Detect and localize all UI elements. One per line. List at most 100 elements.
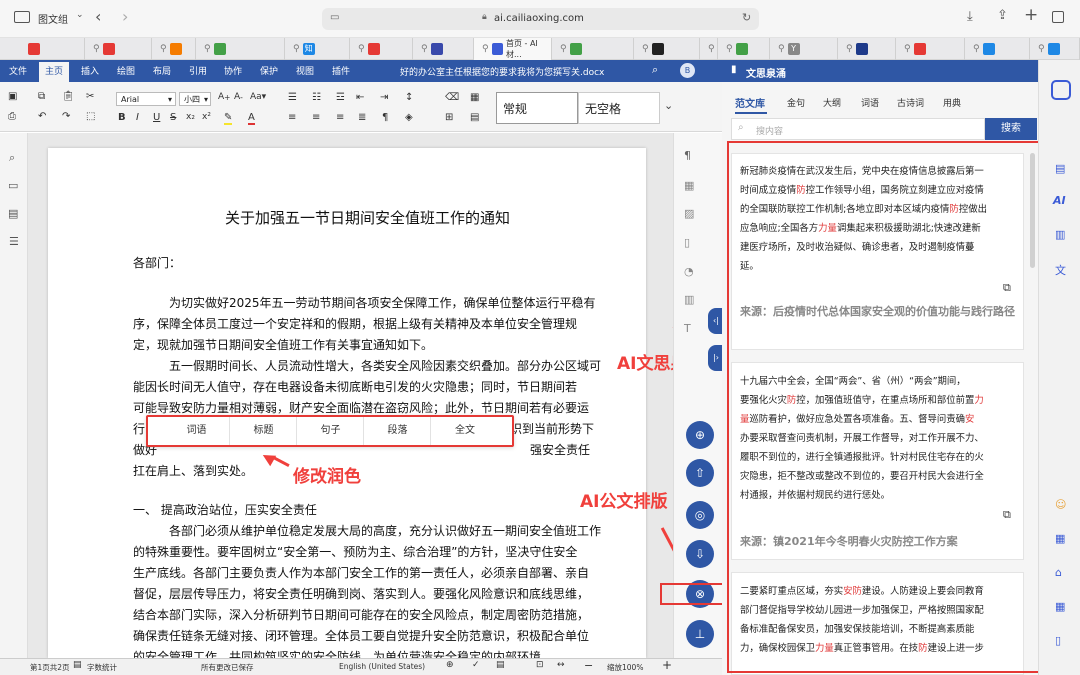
textart-icon[interactable]: T bbox=[684, 322, 691, 335]
panel-tab[interactable]: 金句 bbox=[787, 96, 805, 109]
address-bar[interactable]: ▭ 🔒︎ ai.cailiaoxing.com ↻ bbox=[322, 8, 759, 30]
download-button[interactable]: ⇩ bbox=[686, 540, 714, 568]
menu-item[interactable]: 主页 bbox=[39, 62, 70, 82]
comment-icon[interactable]: ▭ bbox=[8, 179, 18, 192]
style-no-spacing[interactable]: 无空格 bbox=[578, 92, 660, 124]
browser-tab[interactable]: ⚲ bbox=[634, 38, 700, 60]
redo-icon[interactable]: ↷ bbox=[62, 111, 70, 122]
save-icon[interactable]: ▣ bbox=[8, 91, 17, 102]
translate-icon[interactable]: 文 bbox=[1055, 262, 1066, 278]
search-icon[interactable]: ⌕ bbox=[9, 151, 15, 165]
new-tab-icon[interactable]: + bbox=[1024, 5, 1038, 25]
browser-tab[interactable]: ⚲ bbox=[965, 38, 1030, 60]
language-label[interactable]: English (United States) bbox=[339, 662, 425, 671]
header-footer-icon[interactable]: ▯ bbox=[684, 236, 690, 249]
browser-tab[interactable]: ⚲ 知 bbox=[285, 38, 350, 60]
fit-page-icon[interactable]: ⊡ bbox=[536, 660, 544, 670]
chart-tool-icon[interactable]: ▦ bbox=[1055, 532, 1065, 545]
menu-item[interactable]: 文件 bbox=[9, 64, 27, 77]
wordcount-label[interactable]: 字数统计 bbox=[87, 662, 117, 673]
menu-item[interactable]: 引用 bbox=[189, 64, 207, 77]
format-painter-icon[interactable]: ⊞ bbox=[445, 112, 453, 123]
insert-icon[interactable]: ▤ bbox=[470, 112, 479, 123]
style-normal[interactable]: 常规 bbox=[496, 92, 578, 124]
bold-icon[interactable]: B bbox=[118, 112, 126, 123]
strikethrough-icon[interactable]: S bbox=[170, 112, 176, 123]
menu-item[interactable]: 绘图 bbox=[117, 64, 135, 77]
reload-icon[interactable]: ↻ bbox=[742, 11, 751, 24]
polish-option-button[interactable]: 标题 bbox=[231, 417, 297, 445]
mascot-icon[interactable]: ☺ bbox=[1055, 498, 1066, 511]
zoom-in-icon[interactable]: + bbox=[662, 658, 672, 672]
note-icon[interactable]: ▥ bbox=[1055, 228, 1065, 241]
wordcount-icon[interactable]: ▤ bbox=[73, 660, 82, 670]
headings-icon[interactable]: ☰ bbox=[9, 235, 19, 248]
subscript-icon[interactable]: x₂ bbox=[186, 112, 195, 122]
track-changes-icon[interactable]: ▤ bbox=[496, 660, 505, 670]
chart-icon[interactable]: ▥ bbox=[684, 293, 694, 306]
new-document-button[interactable]: ⊕ bbox=[686, 421, 714, 449]
menu-item[interactable]: 插件 bbox=[332, 64, 350, 77]
decrease-indent-icon[interactable]: ⇤ bbox=[356, 92, 364, 103]
borders-icon[interactable]: ▦ bbox=[470, 92, 479, 103]
zoom-level[interactable]: 缩放100% bbox=[607, 662, 643, 673]
tab-group-label[interactable]: 图文组 bbox=[38, 11, 68, 26]
browser-tab[interactable]: ⚲ bbox=[350, 38, 413, 60]
forward-icon[interactable]: › bbox=[122, 7, 128, 26]
browser-tab[interactable]: ⚲ bbox=[1030, 38, 1080, 60]
browser-tab[interactable]: ⚲ bbox=[700, 38, 718, 60]
browser-tab[interactable]: ⚲ bbox=[896, 38, 965, 60]
line-spacing-icon[interactable]: ↕ bbox=[405, 92, 413, 103]
font-color-icon[interactable]: A bbox=[248, 112, 255, 125]
fit-width-icon[interactable]: ↔ bbox=[557, 660, 565, 670]
menu-item[interactable]: 布局 bbox=[153, 64, 171, 77]
select-icon[interactable]: ⬚ bbox=[86, 111, 95, 122]
phone-icon[interactable]: ▯ bbox=[1055, 634, 1061, 647]
image-icon[interactable]: ▨ bbox=[684, 207, 694, 220]
download-icon[interactable]: ⤓ bbox=[967, 9, 973, 24]
browser-tab[interactable]: ⚲ bbox=[718, 38, 770, 60]
font-name-select[interactable]: Arial ▾ bbox=[116, 92, 176, 106]
paragraph-marks-icon[interactable]: ¶ bbox=[684, 149, 691, 162]
browser-tab[interactable]: ⚲ Y bbox=[770, 38, 838, 60]
sidebar-toggle-icon[interactable] bbox=[14, 11, 30, 23]
polish-option-button[interactable]: 词语 bbox=[164, 417, 230, 445]
upload-button[interactable]: ⇧ bbox=[686, 459, 714, 487]
panel-tab[interactable]: 古诗词 bbox=[897, 96, 924, 109]
highlight-icon[interactable]: ✎ bbox=[224, 112, 233, 125]
increase-indent-icon[interactable]: ⇥ bbox=[380, 92, 388, 103]
align-left-icon[interactable]: ≡ bbox=[288, 112, 296, 123]
browser-tab[interactable]: ⚲ bbox=[152, 38, 196, 60]
search-box[interactable]: ⌕ 搜内容 bbox=[731, 118, 985, 140]
font-size-select[interactable]: 小四 ▾ bbox=[179, 92, 211, 106]
shading-icon[interactable]: ◈ bbox=[405, 112, 413, 123]
chat-icon[interactable]: ▤ bbox=[8, 207, 18, 220]
menu-item[interactable]: 视图 bbox=[296, 64, 314, 77]
site-info-icon[interactable]: ▭ bbox=[330, 12, 339, 23]
spellcheck-icon[interactable]: ✓ bbox=[472, 660, 480, 670]
cut-icon[interactable]: ✂ bbox=[86, 91, 94, 102]
home-icon[interactable]: ⌂ bbox=[1055, 566, 1062, 579]
menu-item[interactable]: 保护 bbox=[260, 64, 278, 77]
align-center-icon[interactable]: ≡ bbox=[312, 112, 320, 123]
browser-tab[interactable]: ⚲ bbox=[196, 38, 285, 60]
browser-tab[interactable]: ⚲ bbox=[413, 38, 474, 60]
menu-item[interactable]: 插入 bbox=[81, 64, 99, 77]
copy-icon[interactable]: ⧉ bbox=[38, 91, 45, 102]
bullets-icon[interactable]: ☰ bbox=[288, 92, 297, 103]
panel-tab[interactable]: 用典 bbox=[943, 96, 961, 109]
polish-option-button[interactable]: 段落 bbox=[365, 417, 431, 445]
grid-icon[interactable]: ▦ bbox=[1055, 600, 1065, 613]
stamp-button[interactable]: ⊥ bbox=[686, 620, 714, 648]
url-text[interactable]: ai.cailiaoxing.com bbox=[494, 13, 584, 24]
undo-icon[interactable]: ↶ bbox=[38, 111, 46, 122]
style-gallery-expand-icon[interactable]: ⌄ bbox=[664, 99, 673, 112]
table-icon[interactable]: ▦ bbox=[684, 179, 694, 192]
browser-tab[interactable]: ⚲ bbox=[85, 38, 152, 60]
align-right-icon[interactable]: ≡ bbox=[336, 112, 344, 123]
browser-tab[interactable]: ⚲ 首页 - AI材... bbox=[474, 38, 552, 60]
zoom-out-icon[interactable]: − bbox=[584, 659, 593, 672]
polish-option-button[interactable]: 句子 bbox=[298, 417, 364, 445]
search-icon[interactable]: ⌕ bbox=[652, 63, 658, 77]
toggle-panel-icon[interactable] bbox=[1051, 80, 1071, 100]
